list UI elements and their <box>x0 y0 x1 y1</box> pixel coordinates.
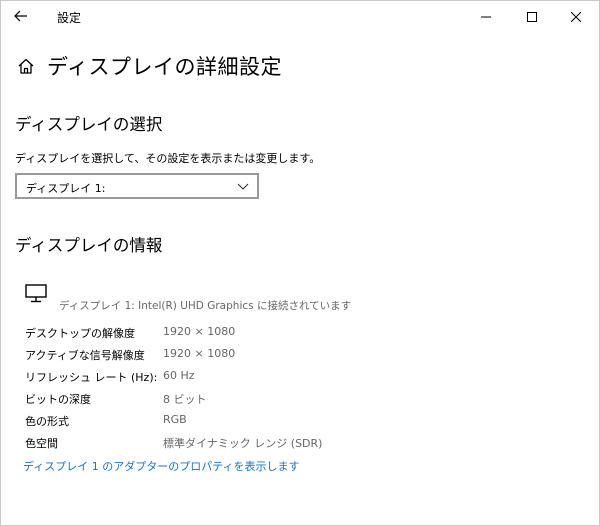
monitor-icon <box>25 284 47 303</box>
back-button[interactable] <box>9 5 33 27</box>
window-title: 設定 <box>57 11 82 25</box>
info-value: 1920 × 1080 <box>163 325 236 338</box>
home-icon[interactable] <box>17 57 35 75</box>
close-button[interactable] <box>553 1 599 32</box>
info-label: リフレッシュ レート (Hz): <box>25 371 158 384</box>
select-display-description: ディスプレイを選択して、その設定を表示または変更します。 <box>15 152 321 165</box>
close-icon <box>571 11 581 22</box>
title-bar: 設定 <box>1 1 599 32</box>
info-value: RGB <box>163 413 187 426</box>
info-value: 1920 × 1080 <box>163 347 236 360</box>
info-value: 標準ダイナミック レンジ (SDR) <box>163 437 323 450</box>
page-header: ディスプレイの詳細設定 <box>17 51 282 81</box>
minimize-button[interactable] <box>463 1 509 32</box>
section-title-display-info: ディスプレイの情報 <box>15 236 163 255</box>
info-label: アクティブな信号解像度 <box>25 349 145 362</box>
info-value: 60 Hz <box>163 369 195 382</box>
display-select-dropdown[interactable]: ディスプレイ 1: <box>15 173 259 199</box>
minimize-icon <box>481 16 491 17</box>
maximize-button[interactable] <box>509 1 555 32</box>
section-title-select-display: ディスプレイの選択 <box>15 115 163 134</box>
info-value: 8 ビット <box>163 393 207 406</box>
maximize-icon <box>527 11 537 22</box>
info-label: ビットの深度 <box>25 393 91 406</box>
page-title: ディスプレイの詳細設定 <box>47 55 283 79</box>
chevron-down-icon <box>237 183 249 190</box>
adapter-properties-link[interactable]: ディスプレイ 1 のアダプターのプロパティを表示します <box>23 458 300 474</box>
dropdown-selected-value: ディスプレイ 1: <box>26 182 106 195</box>
info-label: 色空間 <box>25 437 58 450</box>
info-label: デスクトップの解像度 <box>25 327 135 340</box>
display-connection-text: ディスプレイ 1: Intel(R) UHD Graphics に接続されていま… <box>59 300 352 312</box>
arrow-left-icon <box>14 10 27 22</box>
info-label: 色の形式 <box>25 415 69 428</box>
